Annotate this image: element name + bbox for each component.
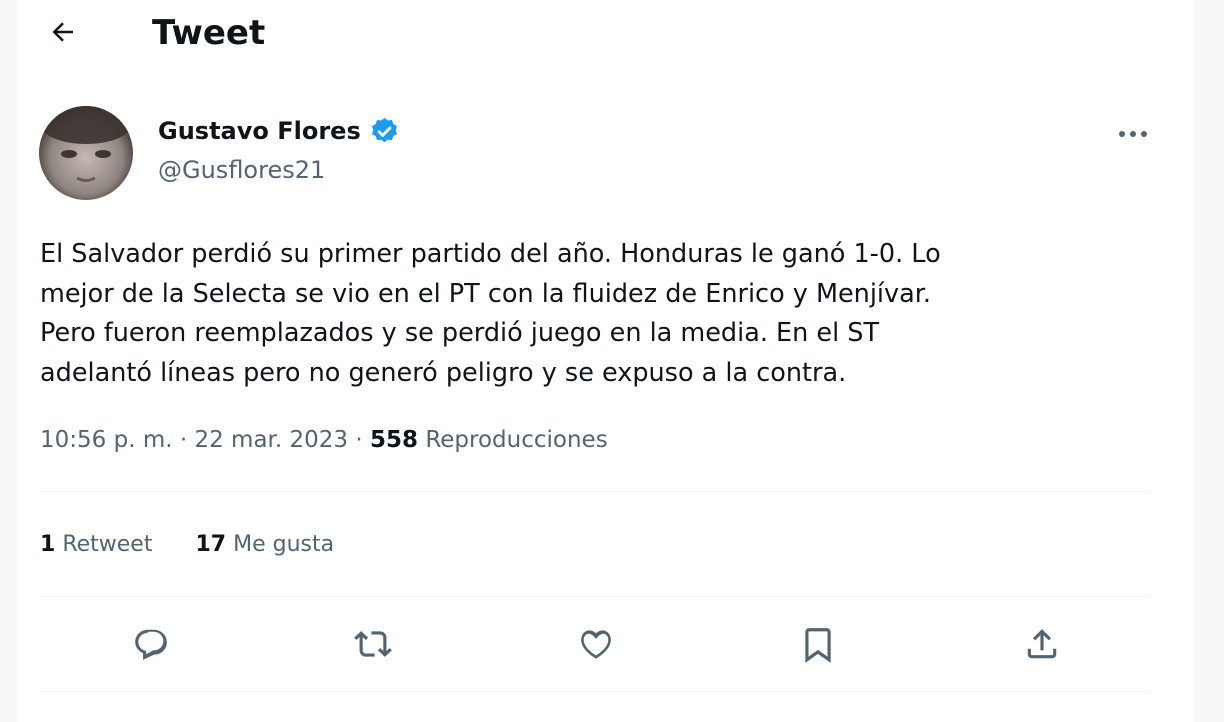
header: Tweet — [17, 0, 1194, 66]
like-icon — [581, 630, 611, 659]
bookmark-icon — [805, 628, 831, 663]
meta-separator: · — [179, 427, 188, 453]
arrow-left-icon — [52, 22, 73, 42]
retweets-stat[interactable]: 1 Retweet — [40, 530, 152, 560]
meta-separator: · — [355, 427, 363, 453]
share-icon — [1027, 629, 1057, 659]
retweets-label: Retweet — [62, 532, 153, 557]
back-button[interactable] — [43, 12, 83, 52]
author-name-text: Gustavo Flores — [158, 117, 361, 145]
avatar-photo — [39, 106, 133, 200]
views-count: 558 — [369, 427, 418, 453]
tweet-text: El Salvador perdió su primer partido del… — [40, 235, 1150, 393]
tweet-text-line: mejor de la Selecta se vio en el PT con … — [40, 278, 931, 309]
share-button[interactable] — [1020, 622, 1064, 666]
tweet-date[interactable]: 22 mar. 2023 — [194, 427, 348, 453]
verified-badge-icon — [369, 116, 400, 147]
page-title: Tweet — [152, 13, 266, 53]
bookmark-button[interactable] — [796, 622, 840, 666]
tweet-text-line: El Salvador perdió su primer partido del… — [40, 239, 941, 269]
tweet-meta: 10:56 p. m. · 22 mar. 2023 · 558 Reprodu… — [40, 424, 608, 456]
author-name[interactable]: Gustavo Flores — [158, 115, 400, 147]
tweet-text-line: adelantó líneas pero no generó peligro y… — [40, 357, 847, 388]
retweet-button[interactable] — [351, 622, 395, 666]
more-options-button[interactable] — [1113, 114, 1153, 154]
likes-count: 17 — [195, 532, 227, 557]
like-button[interactable] — [574, 622, 618, 666]
divider — [40, 596, 1150, 597]
tweet-text-line: Pero fueron reemplazados y se perdió jue… — [40, 318, 880, 348]
more-options-icon — [1119, 131, 1147, 137]
views-label: Reproducciones — [425, 427, 608, 453]
author-handle[interactable]: @Gusflores21 — [158, 154, 325, 186]
engagement-stats: 1 Retweet 17 Me gusta — [40, 530, 370, 560]
tweet-page: Tweet Gustavo Flores @Gusflores21 El Sal… — [17, 0, 1194, 722]
divider — [40, 491, 1150, 492]
reply-icon — [135, 629, 167, 660]
retweets-count: 1 — [40, 532, 56, 557]
avatar[interactable] — [39, 106, 133, 200]
tweet-time[interactable]: 10:56 p. m. — [40, 427, 173, 453]
retweet-icon — [354, 631, 392, 657]
divider — [40, 691, 1150, 692]
likes-label: Me gusta — [233, 532, 335, 557]
likes-stat[interactable]: 17 Me gusta — [195, 530, 334, 560]
reply-button[interactable] — [129, 622, 173, 666]
